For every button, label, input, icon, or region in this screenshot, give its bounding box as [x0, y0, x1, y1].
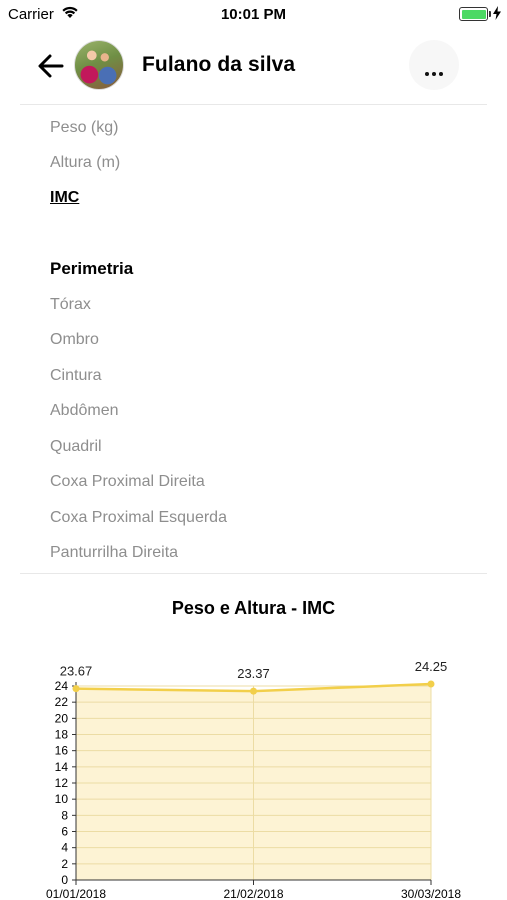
chart-data-label-1: 23.37 [237, 666, 270, 681]
chart-data-label-2: 24.25 [415, 659, 448, 674]
battery-fill [461, 9, 486, 19]
arrow-left-icon [38, 54, 64, 78]
battery-nub [489, 11, 491, 17]
page-title: Fulano da silva [142, 53, 296, 76]
chart-xtick-label-1: 21/02/2018 [223, 887, 283, 900]
list-item-abdomen[interactable]: Abdômen [50, 402, 119, 420]
chart-ytick-label-6: 12 [55, 776, 69, 790]
chart-ytick-label-4: 8 [61, 808, 68, 822]
chart-xtick-label-0: 01/01/2018 [46, 887, 106, 900]
chart-ytick-label-12: 24 [55, 679, 69, 693]
battery-icon [459, 7, 488, 21]
list-item-quadril[interactable]: Quadril [50, 438, 102, 456]
list-item-cintura[interactable]: Cintura [50, 367, 102, 385]
chart-ytick-label-8: 16 [55, 744, 69, 758]
list-item-imc[interactable]: IMC [50, 189, 79, 207]
imc-chart: 02468101214161820222401/01/2018 21/02/201… [46, 659, 461, 900]
charging-bolt-icon [493, 6, 501, 20]
list-item-altura[interactable]: Altura (m) [50, 154, 120, 172]
list-item-peso[interactable]: Peso (kg) [50, 119, 118, 137]
list-item-coxa-proximal-direita[interactable]: Coxa Proximal Direita [50, 473, 205, 491]
avatar[interactable] [74, 40, 124, 90]
chart-point-2 [427, 680, 435, 688]
section-title-perimetria: Perimetria [50, 259, 134, 278]
chart-ytick-label-0: 0 [61, 873, 68, 887]
chart-ytick-label-10: 20 [55, 711, 69, 725]
chart-title: Peso e Altura - IMC [171, 598, 336, 618]
header: Fulano da silva [0, 36, 507, 96]
more-horizontal-icon [425, 63, 446, 81]
chart-ytick-label-7: 14 [55, 760, 69, 774]
clock: 10:01 PM [220, 6, 287, 23]
chart-ytick-label-9: 18 [55, 728, 69, 742]
chart-ytick-label-3: 6 [61, 825, 68, 839]
list-item-panturrilha-direita[interactable]: Panturrilha Direita [50, 544, 178, 562]
screen: Carrier 10:01 PM Fulano da silva Peso (k… [0, 0, 507, 900]
list-item-torax[interactable]: Tórax [50, 296, 91, 314]
back-button[interactable] [36, 52, 66, 80]
chart-data-label-0: 23.67 [60, 664, 93, 679]
chart-point-1 [250, 687, 257, 695]
list-item-ombro[interactable]: Ombro [50, 331, 99, 349]
chart-ytick-label-2: 4 [61, 841, 68, 855]
chart-ytick-label-5: 10 [55, 792, 69, 806]
list-divider [20, 573, 487, 574]
chart-point-0 [72, 685, 80, 693]
header-divider [20, 104, 487, 105]
chart-ytick-label-11: 22 [55, 695, 69, 709]
status-bar: Carrier 10:01 PM [0, 0, 507, 28]
more-options-button[interactable] [409, 40, 459, 90]
chart-xtick-label-2: 30/03/2018 [401, 887, 461, 900]
chart-ytick-label-1: 2 [61, 857, 68, 871]
list-item-coxa-proximal-esquerda[interactable]: Coxa Proximal Esquerda [50, 509, 227, 527]
